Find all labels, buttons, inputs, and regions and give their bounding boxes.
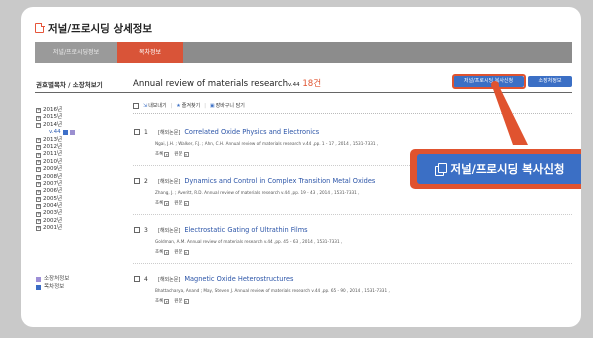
pointer-dot (491, 81, 499, 89)
callout-copy-request-button[interactable]: 저널/프로시딩 복사신청 (417, 154, 581, 184)
callout-zoom: 저널/프로시딩 복사신청 (410, 149, 581, 189)
copy-icon (435, 163, 448, 176)
callout-arrow (492, 86, 528, 145)
window-frame: 저널/프로시딩 상세정보 저널/프로시딩정보 목차정보 권호별목차 / 소장처보… (21, 7, 581, 327)
